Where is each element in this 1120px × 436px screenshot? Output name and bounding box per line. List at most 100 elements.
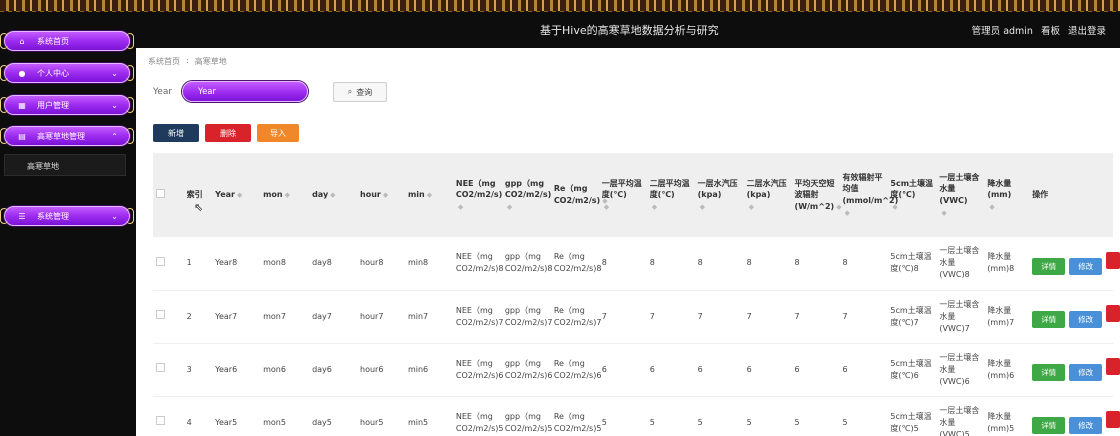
table-cell: 6 bbox=[839, 343, 888, 397]
sidebar-item-grassland-management[interactable]: ▤ 高寒草地管理 ⌃ bbox=[0, 126, 134, 146]
table-cell: hour5 bbox=[357, 396, 405, 436]
table-cell: Year6 bbox=[212, 343, 261, 397]
chevron-up-icon: ⌃ bbox=[111, 131, 118, 141]
table-cell: 1 bbox=[183, 237, 213, 291]
row-delete-button[interactable] bbox=[1106, 305, 1120, 322]
column-header[interactable]: min ◆ bbox=[404, 153, 453, 237]
table-cell: 5cm土壤温度(℃)5 bbox=[887, 396, 937, 436]
dashboard-link[interactable]: 看板 bbox=[1041, 23, 1060, 37]
select-all-checkbox[interactable] bbox=[156, 188, 165, 198]
row-checkbox[interactable] bbox=[156, 310, 165, 319]
table-cell: day5 bbox=[309, 396, 357, 436]
table-row: 4 Year5 mon5 day5 hour5 min5 NEE（mg CO2/m2/s)5… bbox=[153, 396, 1120, 436]
table-cell: 7 bbox=[839, 290, 888, 344]
breadcrumb-separator: : bbox=[186, 56, 189, 65]
grid-icon: ▦ bbox=[18, 100, 26, 110]
detail-button[interactable]: 详情 bbox=[1032, 311, 1066, 328]
top-header: 基于Hive的高寒草地数据分析与研究 管理员 admin 看板 退出登录 bbox=[0, 12, 1120, 48]
row-checkbox-cell[interactable] bbox=[153, 343, 184, 397]
table-cell: 5 bbox=[598, 396, 647, 436]
row-delete-button[interactable] bbox=[1106, 411, 1120, 428]
table-cell: 降水量(mm)7 bbox=[984, 290, 1030, 344]
column-header[interactable]: Year ◆ bbox=[212, 153, 261, 237]
row-actions: 详情 修改 bbox=[1029, 237, 1120, 291]
sidebar-item-personal-center[interactable]: ● 个人中心 ⌄ bbox=[0, 63, 134, 83]
sidebar-subitem-grassland[interactable]: 高寒草地 bbox=[4, 154, 126, 176]
row-checkbox-cell[interactable] bbox=[153, 290, 184, 344]
column-header[interactable]: 平均天空短波辐射(W/m^2) ◆ bbox=[791, 153, 842, 237]
table-cell: Year7 bbox=[212, 290, 261, 344]
table-cell: day8 bbox=[309, 237, 357, 291]
row-delete-button[interactable] bbox=[1106, 358, 1120, 375]
row-checkbox-cell[interactable] bbox=[153, 237, 184, 291]
import-button[interactable]: 导入 bbox=[257, 124, 299, 142]
table-cell: mon8 bbox=[260, 237, 310, 291]
edit-button[interactable]: 修改 bbox=[1069, 311, 1103, 328]
query-button[interactable]: ⌕ 查询 bbox=[333, 82, 387, 102]
table-cell: 8 bbox=[646, 237, 695, 291]
detail-button[interactable]: 详情 bbox=[1032, 417, 1066, 434]
sidebar-item-label: 系统管理 bbox=[37, 211, 69, 221]
column-header[interactable]: hour ◆ bbox=[357, 153, 405, 237]
table-cell: 5 bbox=[743, 396, 792, 436]
table-cell: Year5 bbox=[212, 396, 261, 436]
table-cell: 降水量(mm)8 bbox=[984, 237, 1030, 291]
sidebar: ⌂ 系统首页 ● 个人中心 ⌄ ▦ 用户管理 ⌄ ▤ 高寒草地管理 ⌃ 高寒草地… bbox=[0, 12, 136, 436]
table-cell: 7 bbox=[743, 290, 792, 344]
table-cell: gpp（mg CO2/m2/s)8 bbox=[501, 237, 552, 291]
table-cell: 5cm土壤温度(℃)6 bbox=[887, 343, 937, 397]
sidebar-item-system-management[interactable]: ☰ 系统管理 ⌄ bbox=[0, 206, 134, 226]
column-header[interactable]: 二层平均温度(℃) ◆ bbox=[646, 153, 695, 237]
sidebar-item-home[interactable]: ⌂ 系统首页 bbox=[0, 31, 134, 51]
edit-button[interactable]: 修改 bbox=[1069, 364, 1103, 381]
table-cell: min6 bbox=[404, 343, 453, 397]
edit-button[interactable]: 修改 bbox=[1069, 417, 1103, 434]
table-cell: 一层土壤含水量(VWC)5 bbox=[936, 396, 985, 436]
column-header[interactable]: 二层水汽压(kpa) ◆ bbox=[743, 153, 792, 237]
column-header[interactable]: day ◆ bbox=[309, 153, 357, 237]
column-header[interactable]: 一层平均温度(℃) ◆ bbox=[598, 153, 647, 237]
column-header[interactable]: 降水量(mm) ◆ bbox=[984, 153, 1030, 237]
delete-button[interactable]: 删除 bbox=[205, 124, 251, 142]
table-cell: 3 bbox=[183, 343, 213, 397]
add-button[interactable]: 新增 bbox=[153, 124, 199, 142]
column-header[interactable]: gpp（mg CO2/m2/s) ◆ bbox=[501, 153, 551, 237]
column-header[interactable]: Re（mg CO2/m2/s)◆ bbox=[550, 153, 608, 237]
chevron-down-icon: ⌄ bbox=[111, 211, 118, 221]
row-checkbox-cell[interactable] bbox=[153, 396, 184, 436]
column-header[interactable]: 一层土壤含水量(VWC) ◆ bbox=[936, 153, 985, 237]
table-cell: day6 bbox=[309, 343, 357, 397]
column-header[interactable]: NEE（mg CO2/m2/s) ◆ bbox=[452, 153, 502, 237]
sidebar-item-label: 个人中心 bbox=[37, 68, 69, 78]
home-icon: ⌂ bbox=[19, 36, 25, 46]
column-header[interactable]: 有效辐射平均值(mmol/m^2) ◆ bbox=[839, 153, 898, 237]
column-header[interactable]: mon ◆ bbox=[260, 153, 310, 237]
table-cell: 8 bbox=[791, 237, 840, 291]
sidebar-item-user-management[interactable]: ▦ 用户管理 ⌄ bbox=[0, 95, 134, 115]
column-header[interactable]: 索引 bbox=[183, 153, 213, 237]
edit-button[interactable]: 修改 bbox=[1069, 257, 1103, 275]
year-search-input[interactable]: Year bbox=[182, 81, 308, 102]
table-cell: hour6 bbox=[357, 343, 405, 397]
column-header[interactable]: 一层水汽压(kpa) ◆ bbox=[694, 153, 744, 237]
chevron-down-icon: ⌄ bbox=[111, 100, 118, 110]
logout-link[interactable]: 退出登录 bbox=[1068, 23, 1106, 37]
row-checkbox[interactable] bbox=[156, 416, 165, 425]
breadcrumb-home[interactable]: 系统首页 bbox=[148, 56, 180, 67]
search-label: Year bbox=[153, 87, 173, 97]
table-cell: NEE（mg CO2/m2/s)8 bbox=[452, 237, 504, 291]
table-cell: 一层土壤含水量(VWC)7 bbox=[936, 290, 985, 344]
row-delete-button[interactable] bbox=[1106, 251, 1120, 269]
table-cell: min8 bbox=[404, 237, 453, 291]
mouse-cursor: ⇖ bbox=[194, 201, 204, 214]
detail-button[interactable]: 详情 bbox=[1032, 364, 1066, 381]
table-cell: min5 bbox=[404, 396, 453, 436]
table-cell: 4 bbox=[183, 396, 213, 436]
row-checkbox[interactable] bbox=[156, 256, 165, 266]
table-cell: 降水量(mm)6 bbox=[984, 343, 1030, 397]
detail-button[interactable]: 详情 bbox=[1032, 257, 1066, 275]
table-cell: 5 bbox=[694, 396, 744, 436]
select-all-cell[interactable] bbox=[153, 153, 184, 237]
row-checkbox[interactable] bbox=[156, 363, 165, 372]
column-header[interactable]: 5cm土壤温度(℃) ◆ bbox=[887, 153, 937, 237]
